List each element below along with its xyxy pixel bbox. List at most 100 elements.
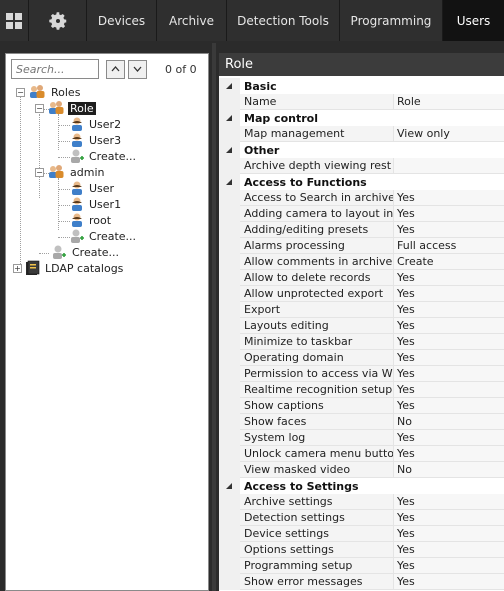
property-row[interactable]: Minimize to taskbar Yes <box>219 334 504 350</box>
row-gutter <box>219 334 240 350</box>
tree-node-create-role[interactable]: Create... <box>51 244 121 260</box>
tab-devices[interactable]: Devices <box>87 0 157 41</box>
tree-node-root[interactable]: root <box>70 212 113 228</box>
property-row[interactable]: System log Yes <box>219 430 504 446</box>
property-category[interactable]: Access to Functions <box>219 174 504 190</box>
property-value[interactable]: Yes <box>394 222 504 238</box>
tree-node-user3[interactable]: User3 <box>70 132 123 148</box>
property-value[interactable]: Yes <box>394 510 504 526</box>
tree-node-role[interactable]: Role <box>47 100 96 116</box>
property-value[interactable]: Yes <box>394 574 504 590</box>
property-row[interactable]: Export Yes <box>219 302 504 318</box>
property-row[interactable]: Name Role <box>219 94 504 110</box>
property-row[interactable]: Options settings Yes <box>219 542 504 558</box>
property-value[interactable]: Yes <box>394 366 504 382</box>
settings-button[interactable] <box>29 0 87 41</box>
property-category[interactable]: Map control <box>219 110 504 126</box>
property-value[interactable]: Create <box>394 254 504 270</box>
property-value[interactable]: Yes <box>394 318 504 334</box>
property-value[interactable]: Yes <box>394 542 504 558</box>
tree-node-user2[interactable]: User2 <box>70 116 123 132</box>
property-row[interactable]: Allow unprotected export Yes <box>219 286 504 302</box>
panel-splitter[interactable] <box>212 43 216 591</box>
property-name: Allow to delete records <box>240 270 394 286</box>
property-value[interactable]: No <box>394 414 504 430</box>
search-input[interactable] <box>11 59 99 79</box>
property-row[interactable]: Show error messages Yes <box>219 574 504 590</box>
tree-node-label: User3 <box>89 133 122 147</box>
tab-users[interactable]: Users <box>443 0 504 41</box>
layouts-grid-button[interactable] <box>0 0 29 41</box>
search-next-button[interactable] <box>128 59 147 79</box>
property-row[interactable]: Archive settings Yes <box>219 494 504 510</box>
tree-node-create-user[interactable]: Create... <box>70 228 138 244</box>
property-row[interactable]: Adding camera to layout in Yes <box>219 206 504 222</box>
tree-node-roles[interactable]: Roles <box>28 84 82 100</box>
roles-collapse-toggle[interactable]: − <box>16 88 25 97</box>
tab-detection-tools[interactable]: Detection Tools <box>227 0 340 41</box>
property-row[interactable]: Access to Search in archive Yes <box>219 190 504 206</box>
property-value[interactable]: Yes <box>394 190 504 206</box>
tree-node-user1[interactable]: User1 <box>70 196 123 212</box>
collapse-triangle-icon[interactable] <box>225 146 233 154</box>
property-value[interactable]: Yes <box>394 302 504 318</box>
property-value[interactable]: Yes <box>394 526 504 542</box>
row-gutter <box>219 174 240 190</box>
property-row[interactable]: Permission to access via W Yes <box>219 366 504 382</box>
tree-node-admin[interactable]: admin <box>47 164 106 180</box>
property-value[interactable]: Yes <box>394 398 504 414</box>
collapse-triangle-icon[interactable] <box>225 482 233 490</box>
property-row[interactable]: Device settings Yes <box>219 526 504 542</box>
ldap-expand-toggle[interactable]: + <box>13 264 22 273</box>
property-category[interactable]: Access to Settings <box>219 478 504 494</box>
property-category[interactable]: Other <box>219 142 504 158</box>
property-value[interactable]: Yes <box>394 382 504 398</box>
property-row[interactable]: Allow comments in archive Create <box>219 254 504 270</box>
collapse-triangle-icon[interactable] <box>225 178 233 186</box>
property-value[interactable]: Yes <box>394 558 504 574</box>
role-collapse-toggle[interactable]: − <box>35 104 44 113</box>
property-row[interactable]: View masked video No <box>219 462 504 478</box>
tab-archive[interactable]: Archive <box>157 0 227 41</box>
property-row[interactable]: Detection settings Yes <box>219 510 504 526</box>
property-value[interactable]: No <box>394 462 504 478</box>
property-row[interactable]: Show captions Yes <box>219 398 504 414</box>
property-value[interactable]: Yes <box>394 206 504 222</box>
property-value[interactable] <box>394 158 504 174</box>
property-row[interactable]: Realtime recognition setup Yes <box>219 382 504 398</box>
property-value[interactable]: Yes <box>394 334 504 350</box>
collapse-triangle-icon[interactable] <box>225 114 233 122</box>
property-value[interactable]: Yes <box>394 494 504 510</box>
property-row[interactable]: Allow to delete records Yes <box>219 270 504 286</box>
property-row[interactable]: Layouts editing Yes <box>219 318 504 334</box>
tree-node-user[interactable]: User <box>70 180 116 196</box>
property-row[interactable]: Map management View only <box>219 126 504 142</box>
row-gutter <box>219 574 240 590</box>
property-row[interactable]: Adding/editing presets Yes <box>219 222 504 238</box>
user-icon <box>72 117 82 131</box>
property-category[interactable]: Basic <box>219 78 504 94</box>
property-value[interactable]: Yes <box>394 286 504 302</box>
property-row[interactable]: Archive depth viewing rest <box>219 158 504 174</box>
property-row[interactable]: Alarms processing Full access <box>219 238 504 254</box>
property-value[interactable]: Yes <box>394 446 504 462</box>
property-value[interactable]: Yes <box>394 350 504 366</box>
search-prev-button[interactable] <box>106 59 125 79</box>
admin-collapse-toggle[interactable]: − <box>35 168 44 177</box>
property-row[interactable]: Programming setup Yes <box>219 558 504 574</box>
property-row[interactable]: Operating domain Yes <box>219 350 504 366</box>
property-value[interactable]: Yes <box>394 270 504 286</box>
property-value[interactable]: View only <box>394 126 504 142</box>
property-row[interactable]: Show faces No <box>219 414 504 430</box>
property-row[interactable]: Unlock camera menu butto Yes <box>219 446 504 462</box>
property-name: Map management <box>240 126 394 142</box>
property-value[interactable]: Yes <box>394 430 504 446</box>
tree-node-ldap-catalogs[interactable]: LDAP catalogs <box>24 260 125 276</box>
collapse-triangle-icon[interactable] <box>225 82 233 90</box>
property-value[interactable]: Full access <box>394 238 504 254</box>
tree-node-label: User <box>89 181 115 195</box>
tab-programming[interactable]: Programming <box>340 0 443 41</box>
role-icon <box>49 101 64 114</box>
tree-node-create-user[interactable]: Create... <box>70 148 138 164</box>
property-value[interactable]: Role <box>394 94 504 110</box>
